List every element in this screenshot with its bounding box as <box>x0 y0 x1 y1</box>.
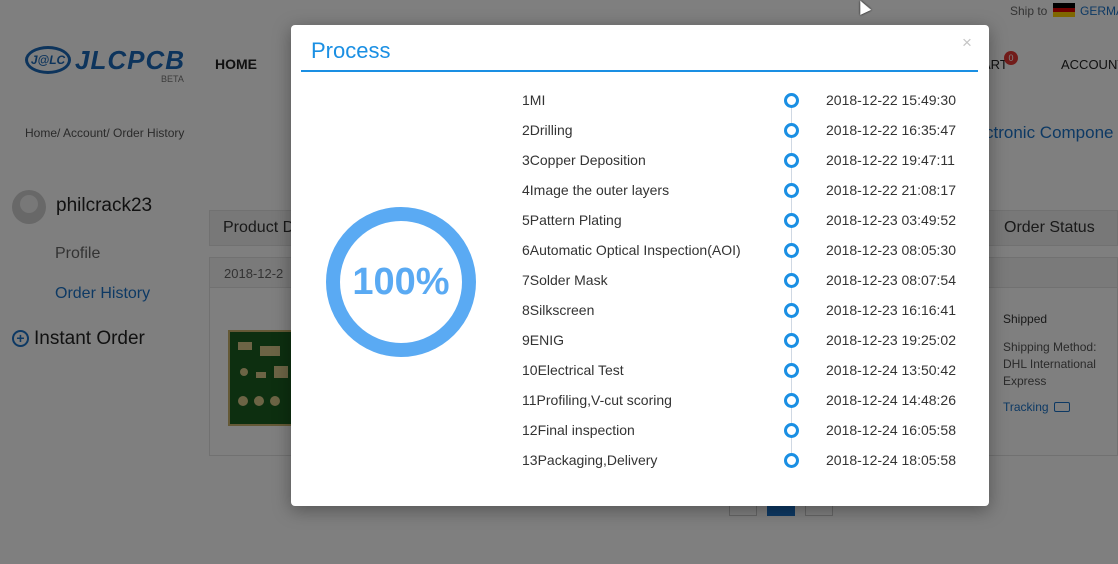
step-name: 2Drilling <box>522 122 573 138</box>
step-dot-icon <box>784 183 799 198</box>
process-step: 7Solder Mask 2018-12-23 08:07:54 <box>291 267 989 297</box>
step-time: 2018-12-24 16:05:58 <box>826 422 956 438</box>
process-steps: 1MI 2018-12-22 15:49:30 2Drilling 2018-12-2… <box>291 25 989 506</box>
step-name: 6Automatic Optical Inspection(AOI) <box>522 242 741 258</box>
process-step: 10Electrical Test 2018-12-24 13:50:42 <box>291 357 989 387</box>
step-dot-icon <box>784 213 799 228</box>
step-dot-icon <box>784 333 799 348</box>
process-step: 6Automatic Optical Inspection(AOI) 2018-1… <box>291 237 989 267</box>
process-step: 1MI 2018-12-22 15:49:30 <box>291 87 989 117</box>
process-step: 4Image the outer layers 2018-12-22 21:08:… <box>291 177 989 207</box>
step-time: 2018-12-22 19:47:11 <box>826 152 955 168</box>
step-name: 3Copper Deposition <box>522 152 646 168</box>
step-name: 8Silkscreen <box>522 302 595 318</box>
step-name: 7Solder Mask <box>522 272 608 288</box>
step-time: 2018-12-24 13:50:42 <box>826 362 956 378</box>
step-name: 5Pattern Plating <box>522 212 622 228</box>
step-dot-icon <box>784 393 799 408</box>
process-dialog: Process × 100% 1MI 2018-12-22 15:49:30 2Dr… <box>291 25 989 506</box>
step-dot-icon <box>784 423 799 438</box>
process-step: 8Silkscreen 2018-12-23 16:16:41 <box>291 297 989 327</box>
step-name: 4Image the outer layers <box>522 182 670 198</box>
step-time: 2018-12-23 16:16:41 <box>826 302 956 318</box>
step-dot-icon <box>784 273 799 288</box>
process-step: 12Final inspection 2018-12-24 16:05:58 <box>291 417 989 447</box>
step-name: 10Electrical Test <box>522 362 624 378</box>
step-dot-icon <box>784 453 799 468</box>
process-step: 3Copper Deposition 2018-12-22 19:47:11 <box>291 147 989 177</box>
step-time: 2018-12-23 19:25:02 <box>826 332 956 348</box>
step-dot-icon <box>784 303 799 318</box>
step-name: 12Final inspection <box>522 422 635 438</box>
step-time: 2018-12-22 16:35:47 <box>826 122 956 138</box>
step-dot-icon <box>784 93 799 108</box>
step-name: 1MI <box>522 92 546 108</box>
process-step: 11Profiling,V-cut scoring 2018-12-24 14:4… <box>291 387 989 417</box>
step-time: 2018-12-24 18:05:58 <box>826 452 956 468</box>
process-step: 13Packaging,Delivery 2018-12-24 18:05:58 <box>291 447 989 477</box>
process-step: 2Drilling 2018-12-22 16:35:47 <box>291 117 989 147</box>
step-time: 2018-12-23 08:05:30 <box>826 242 956 258</box>
step-name: 9ENIG <box>522 332 565 348</box>
step-dot-icon <box>784 123 799 138</box>
step-time: 2018-12-23 08:07:54 <box>826 272 956 288</box>
step-time: 2018-12-24 14:48:26 <box>826 392 956 408</box>
step-dot-icon <box>784 243 799 258</box>
process-step: 5Pattern Plating 2018-12-23 03:49:52 <box>291 207 989 237</box>
step-time: 2018-12-22 21:08:17 <box>826 182 956 198</box>
step-time: 2018-12-22 15:49:30 <box>826 92 956 108</box>
step-name: 13Packaging,Delivery <box>522 452 658 468</box>
step-name: 11Profiling,V-cut scoring <box>522 392 672 408</box>
step-dot-icon <box>784 363 799 378</box>
process-step: 9ENIG 2018-12-23 19:25:02 <box>291 327 989 357</box>
step-time: 2018-12-23 03:49:52 <box>826 212 956 228</box>
step-dot-icon <box>784 153 799 168</box>
